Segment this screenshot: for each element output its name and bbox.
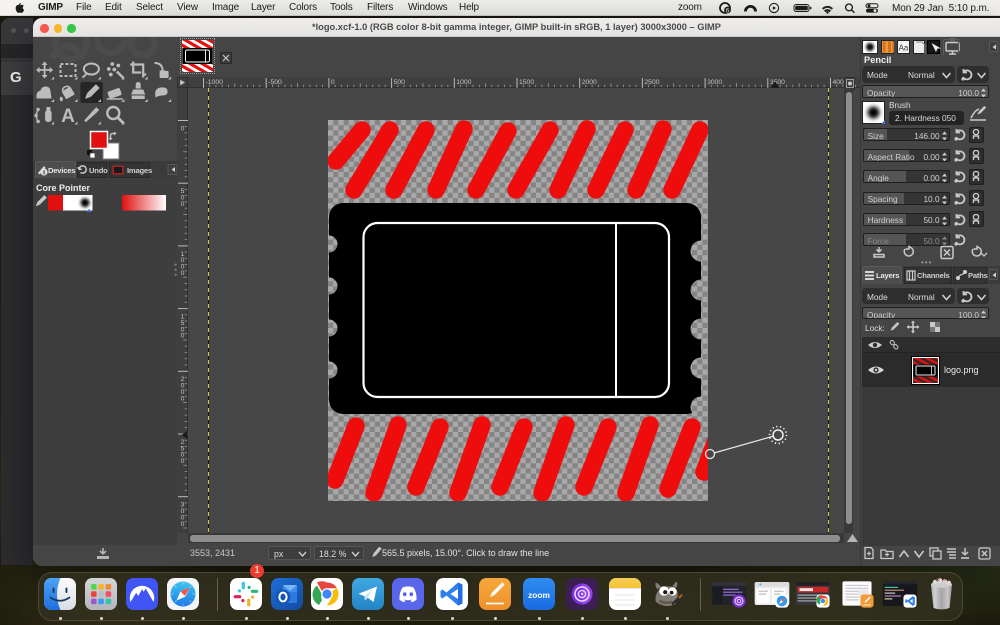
svg-text:0: 0 <box>181 395 185 402</box>
svg-text:0: 0 <box>331 79 335 86</box>
svg-text:i: i <box>43 170 45 177</box>
svg-text:0: 0 <box>181 201 185 208</box>
svg-text:0: 0 <box>181 333 185 340</box>
svg-text:1000: 1000 <box>456 79 471 86</box>
svg-text:3000: 3000 <box>707 79 722 86</box>
svg-text:-1000: -1000 <box>206 79 224 86</box>
svg-text:3500: 3500 <box>770 79 785 86</box>
svg-text:1500: 1500 <box>519 79 534 86</box>
svg-text:0: 0 <box>181 521 185 528</box>
svg-text:500: 500 <box>394 79 406 86</box>
svg-text:0: 0 <box>181 270 185 277</box>
svg-text:0: 0 <box>181 458 185 465</box>
svg-text:2000: 2000 <box>582 79 597 86</box>
svg-text:2500: 2500 <box>644 79 659 86</box>
svg-text:-500: -500 <box>268 79 282 86</box>
svg-text:Aa: Aa <box>899 44 909 53</box>
svg-text:A: A <box>61 106 75 127</box>
svg-text:zoom: zoom <box>528 590 550 600</box>
svg-text:0: 0 <box>181 125 185 132</box>
